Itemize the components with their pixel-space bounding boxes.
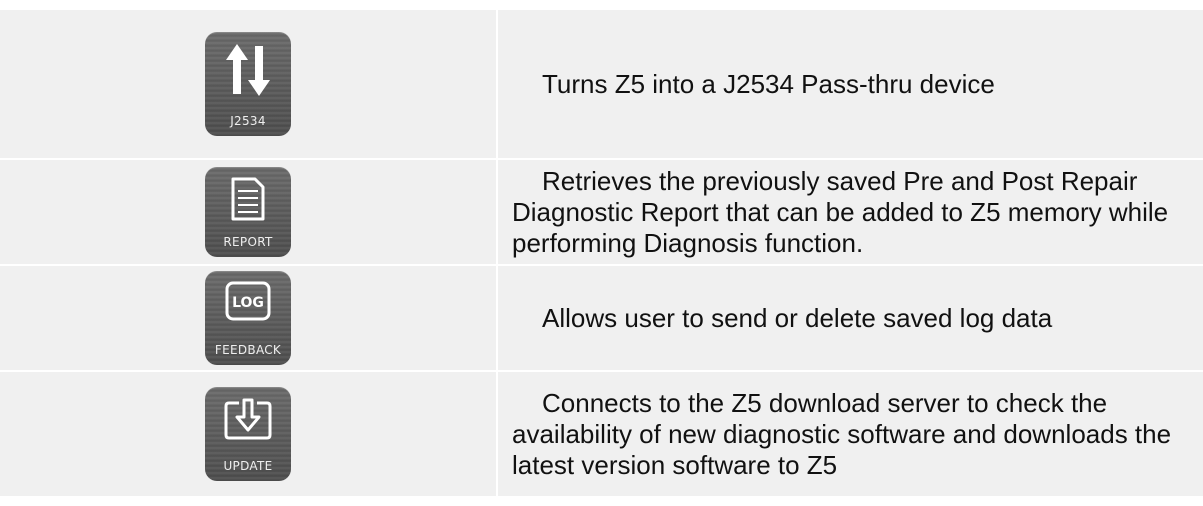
update-button[interactable]: UPDATE [205, 387, 291, 481]
description-cell: Retrieves the previously saved Pre and P… [498, 160, 1203, 264]
table-row-update: UPDATE Connects to the Z5 download serve… [0, 372, 1203, 498]
tile-label: FEEDBACK [214, 343, 282, 357]
icon-cell: J2534 [0, 10, 498, 158]
description-cell: Turns Z5 into a J2534 Pass-thru device [498, 10, 1203, 158]
description-cell: Allows user to send or delete saved log … [498, 266, 1203, 370]
function-table: J2534 Turns Z5 into a J2534 Pass-thru de… [0, 8, 1203, 498]
tile-label: UPDATE [223, 459, 273, 473]
tile-label: REPORT [223, 235, 273, 249]
update-download-icon [224, 398, 272, 440]
description-text: Connects to the Z5 download server to ch… [512, 387, 1172, 480]
log-feedback-icon: LOG [225, 281, 271, 321]
description-text: Allows user to send or delete saved log … [542, 302, 1053, 333]
tile-label: J2534 [230, 114, 266, 128]
icon-cell: UPDATE [0, 372, 498, 496]
description-text: Retrieves the previously saved Pre and P… [512, 165, 1169, 258]
feedback-button[interactable]: LOG FEEDBACK [205, 271, 291, 365]
description-text: Turns Z5 into a J2534 Pass-thru device [542, 68, 995, 99]
report-document-icon [231, 177, 265, 221]
table-row-j2534: J2534 Turns Z5 into a J2534 Pass-thru de… [0, 10, 1203, 160]
j2534-button[interactable]: J2534 [205, 32, 291, 136]
description-cell: Connects to the Z5 download server to ch… [498, 372, 1203, 496]
icon-cell: REPORT [0, 160, 498, 264]
table-row-report: REPORT Retrieves the previously saved Pr… [0, 160, 1203, 266]
j2534-arrows-icon [226, 44, 270, 96]
log-icon-text: LOG [232, 295, 264, 311]
report-button[interactable]: REPORT [205, 167, 291, 257]
icon-cell: LOG FEEDBACK [0, 266, 498, 370]
table-row-feedback: LOG FEEDBACK Allows user to send or dele… [0, 266, 1203, 372]
